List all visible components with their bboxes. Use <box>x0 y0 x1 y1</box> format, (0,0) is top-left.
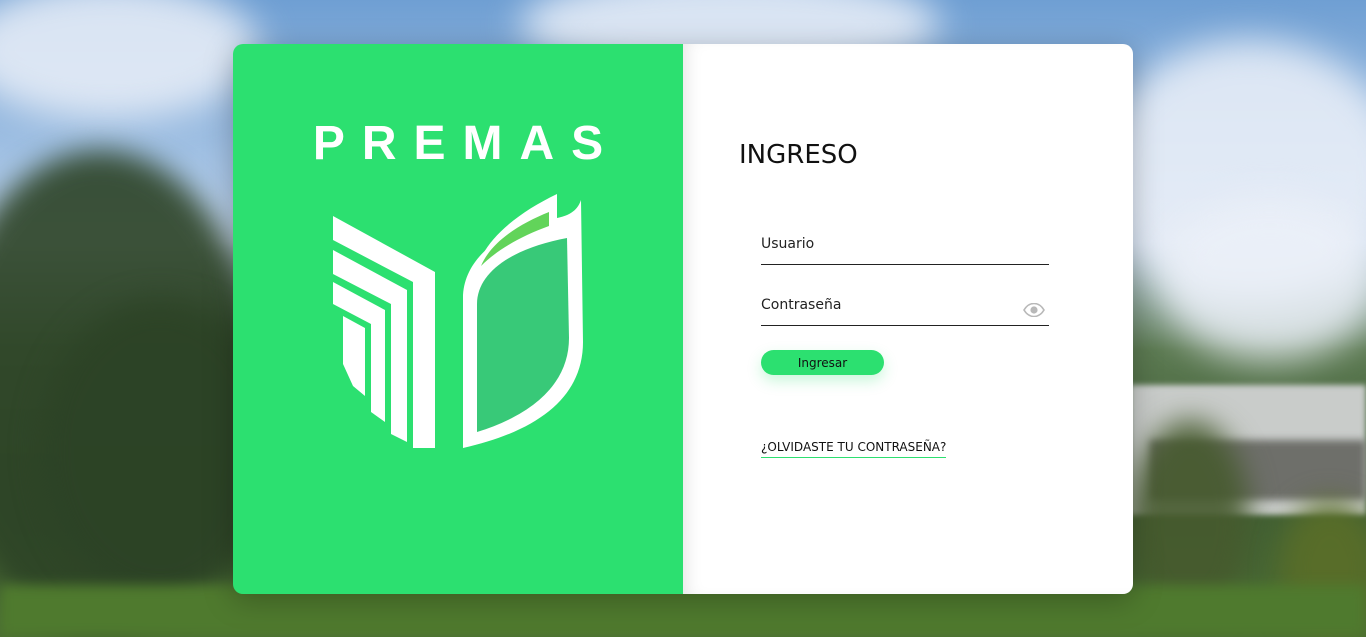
eye-icon[interactable] <box>1023 303 1045 317</box>
login-title: INGRESO <box>739 140 858 170</box>
login-form-panel: INGRESO Ingresar ¿OLVIDASTE TU CONTRASEÑ… <box>683 44 1133 594</box>
premas-logo-icon <box>333 194 583 448</box>
username-input[interactable] <box>761 230 1011 258</box>
brand-title: PREMAS <box>312 117 621 170</box>
password-field-container <box>761 291 1049 326</box>
username-field-container <box>761 230 1049 265</box>
brand-panel: PREMAS <box>233 44 683 594</box>
login-card: PREMAS INGRESO Ingresar <box>233 44 1133 594</box>
forgot-password-link[interactable]: ¿OLVIDASTE TU CONTRASEÑA? <box>761 440 947 458</box>
password-input[interactable] <box>761 291 1011 319</box>
login-button[interactable]: Ingresar <box>761 350 884 375</box>
